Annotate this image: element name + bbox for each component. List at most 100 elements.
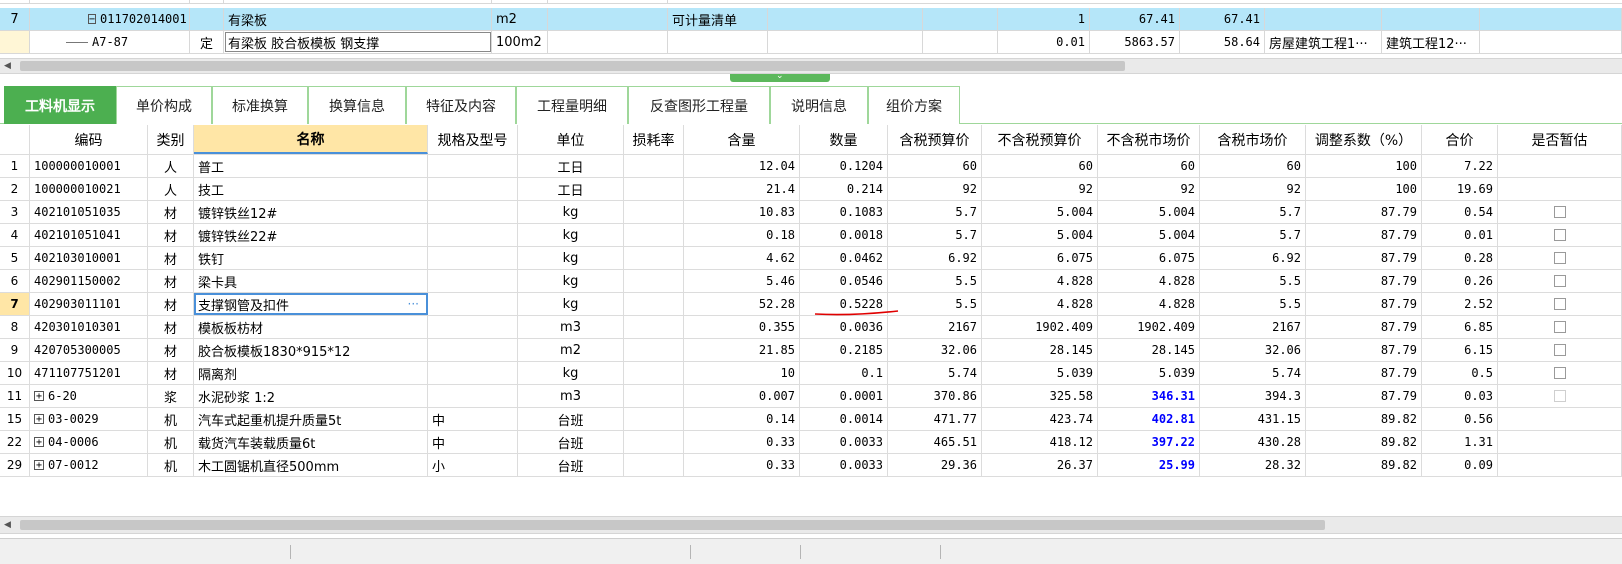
- resource-row[interactable]: 3 402101051035 材 镀锌铁丝12# kg 10.83 0.1083 5.7 5.0…: [0, 201, 1622, 224]
- tax-budget-price-cell[interactable]: 92: [888, 178, 982, 200]
- bottom-horizontal-scrollbar[interactable]: ◀: [0, 516, 1622, 534]
- unit-cell[interactable]: m3: [518, 316, 624, 338]
- provisional-checkbox[interactable]: [1553, 229, 1566, 241]
- notax-market-price-cell[interactable]: 25.99: [1098, 454, 1200, 476]
- item-quantity[interactable]: 1: [998, 8, 1090, 30]
- loss-rate-cell[interactable]: [624, 155, 684, 177]
- column-header[interactable]: 类别: [148, 125, 194, 154]
- spec-cell[interactable]: [428, 339, 518, 361]
- loss-rate-cell[interactable]: [624, 224, 684, 246]
- loss-rate-cell[interactable]: [624, 270, 684, 292]
- notax-budget-price-cell[interactable]: 325.58: [982, 385, 1098, 407]
- provisional-checkbox[interactable]: [1553, 344, 1566, 356]
- tax-budget-price-cell[interactable]: 5.74: [888, 362, 982, 384]
- adjust-coef-cell[interactable]: 87.79: [1306, 247, 1422, 269]
- spec-cell[interactable]: [428, 201, 518, 223]
- expand-icon[interactable]: +: [34, 414, 44, 425]
- column-header[interactable]: [0, 125, 30, 154]
- name-cell[interactable]: 技工: [194, 178, 428, 200]
- notax-market-price-cell[interactable]: 397.22: [1098, 431, 1200, 453]
- notax-budget-price-cell[interactable]: 5.004: [982, 201, 1098, 223]
- column-header[interactable]: 是否暂估: [1498, 125, 1622, 154]
- empty-cell[interactable]: [923, 8, 998, 30]
- notax-budget-price-cell[interactable]: 5.039: [982, 362, 1098, 384]
- notax-budget-price-cell[interactable]: 26.37: [982, 454, 1098, 476]
- tax-market-price-cell[interactable]: 2167: [1200, 316, 1306, 338]
- notax-budget-price-cell[interactable]: 4.828: [982, 270, 1098, 292]
- item-code[interactable]: −011702014001: [30, 8, 190, 30]
- notax-budget-price-cell[interactable]: 92: [982, 178, 1098, 200]
- tab-3[interactable]: 标准换算: [212, 86, 308, 124]
- tax-budget-price-cell[interactable]: 5.5: [888, 293, 982, 315]
- resource-row[interactable]: 10 471107751201 材 隔离剂 kg 10 0.1 5.74 5.039 5.039 5…: [0, 362, 1622, 385]
- unit-cell[interactable]: 台班: [518, 431, 624, 453]
- adjust-coef-cell[interactable]: 87.79: [1306, 385, 1422, 407]
- tax-budget-price-cell[interactable]: 5.7: [888, 224, 982, 246]
- sum-price-cell[interactable]: 0.56: [1422, 408, 1498, 430]
- resource-row[interactable]: 2 100000010021 人 技工 工日 21.4 0.214 92 92 92 92 100 19…: [0, 178, 1622, 201]
- notax-budget-price-cell[interactable]: 4.828: [982, 293, 1098, 315]
- item-name[interactable]: 有梁板: [224, 8, 492, 30]
- content-cell[interactable]: 0.33: [684, 431, 800, 453]
- notax-market-price-cell[interactable]: 6.075: [1098, 247, 1200, 269]
- item-total[interactable]: 67.41: [1180, 8, 1265, 30]
- empty-cell[interactable]: [1480, 31, 1622, 53]
- spec-cell[interactable]: [428, 178, 518, 200]
- unit-cell[interactable]: kg: [518, 362, 624, 384]
- tax-budget-price-cell[interactable]: 2167: [888, 316, 982, 338]
- top-horizontal-scrollbar[interactable]: ◀: [0, 58, 1622, 74]
- sum-price-cell[interactable]: 19.69: [1422, 178, 1498, 200]
- sum-price-cell[interactable]: 0.28: [1422, 247, 1498, 269]
- sum-price-cell[interactable]: 0.26: [1422, 270, 1498, 292]
- notax-market-price-cell[interactable]: 402.81: [1098, 408, 1200, 430]
- notax-market-price-cell[interactable]: 92: [1098, 178, 1200, 200]
- item-unit-price[interactable]: 5863.57: [1090, 31, 1180, 53]
- column-header[interactable]: 含量: [684, 125, 800, 154]
- name-cell[interactable]: 汽车式起重机提升质量5t: [194, 408, 428, 430]
- tax-market-price-cell[interactable]: 5.7: [1200, 224, 1306, 246]
- name-cell[interactable]: 载货汽车装载质量6t: [194, 431, 428, 453]
- expand-icon[interactable]: +: [34, 391, 44, 402]
- item-remark[interactable]: 可计量清单: [668, 8, 768, 30]
- code-cell[interactable]: 402101051041: [30, 224, 148, 246]
- column-header[interactable]: 数量: [800, 125, 888, 154]
- name-cell[interactable]: 胶合板模板1830*915*12: [194, 339, 428, 361]
- empty-cell[interactable]: [1480, 8, 1622, 30]
- item-category[interactable]: 建筑工程12···: [1382, 31, 1480, 53]
- item-code[interactable]: A7-87: [30, 31, 190, 53]
- tax-budget-price-cell[interactable]: 370.86: [888, 385, 982, 407]
- provisional-checkbox[interactable]: [1553, 275, 1566, 287]
- provisional-cell[interactable]: [1498, 385, 1622, 407]
- unit-cell[interactable]: 台班: [518, 408, 624, 430]
- category-cell[interactable]: 材: [148, 362, 194, 384]
- resource-row[interactable]: 1 100000010001 人 普工 工日 12.04 0.1204 60 60 60 60 100…: [0, 155, 1622, 178]
- scroll-left-icon[interactable]: ◀: [4, 520, 11, 530]
- loss-rate-cell[interactable]: [624, 385, 684, 407]
- scrollbar-thumb[interactable]: [20, 520, 1325, 530]
- content-cell[interactable]: 10: [684, 362, 800, 384]
- unit-cell[interactable]: kg: [518, 270, 624, 292]
- tax-budget-price-cell[interactable]: 32.06: [888, 339, 982, 361]
- item-total[interactable]: 58.64: [1180, 31, 1265, 53]
- resource-row[interactable]: 9 420705300005 材 胶合板模板1830*915*12 m2 21.85 0.2…: [0, 339, 1622, 362]
- tax-market-price-cell[interactable]: 431.15: [1200, 408, 1306, 430]
- provisional-cell[interactable]: [1498, 362, 1622, 384]
- column-header[interactable]: 调整系数（%）: [1306, 125, 1422, 154]
- loss-rate-cell[interactable]: [624, 339, 684, 361]
- adjust-coef-cell[interactable]: 87.79: [1306, 362, 1422, 384]
- category-cell[interactable]: 材: [148, 293, 194, 315]
- item-type[interactable]: [190, 8, 224, 30]
- spec-cell[interactable]: [428, 270, 518, 292]
- content-cell[interactable]: 0.33: [684, 454, 800, 476]
- sum-price-cell[interactable]: 2.52: [1422, 293, 1498, 315]
- sum-price-cell[interactable]: 6.85: [1422, 316, 1498, 338]
- item-unit-price[interactable]: 67.41: [1090, 8, 1180, 30]
- provisional-checkbox[interactable]: [1553, 367, 1566, 379]
- row-number[interactable]: 7: [0, 8, 30, 30]
- provisional-cell[interactable]: [1498, 293, 1622, 315]
- spec-cell[interactable]: [428, 224, 518, 246]
- column-header[interactable]: 不含税预算价: [982, 125, 1098, 154]
- category-cell[interactable]: 材: [148, 339, 194, 361]
- resource-row[interactable]: 22 +04-0006 机 载货汽车装载质量6t 中 台班 0.33 0.0033 465.51…: [0, 431, 1622, 454]
- quantity-cell[interactable]: 0.1083: [800, 201, 888, 223]
